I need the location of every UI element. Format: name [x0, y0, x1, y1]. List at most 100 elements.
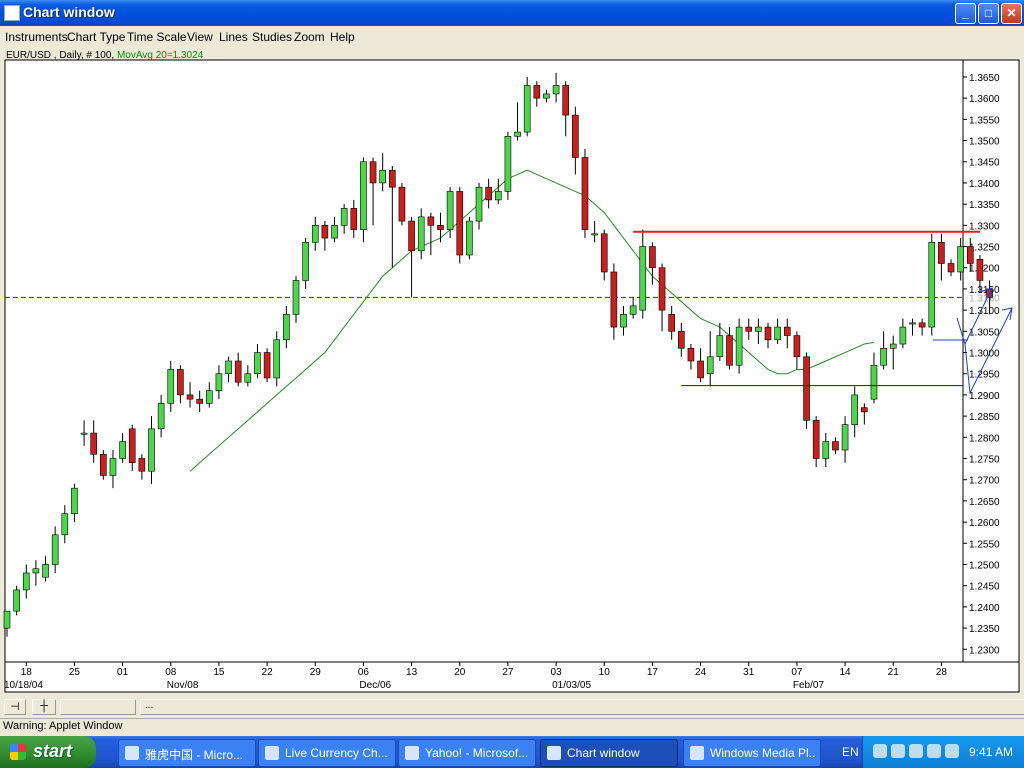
tray-volume-icon[interactable]	[909, 744, 923, 758]
menu-chart-type[interactable]: Chart Type	[67, 30, 125, 44]
candle-body	[148, 428, 155, 472]
x-tick-label: 21	[888, 667, 900, 678]
y-tick-label: 1.3450	[969, 158, 1000, 169]
tray-app-icon[interactable]	[927, 744, 941, 758]
candle-body	[417, 216, 425, 252]
close-button[interactable]: ✕	[1001, 3, 1022, 24]
menu-zoom[interactable]: Zoom	[294, 30, 325, 44]
y-tick-label: 1.3500	[969, 137, 1000, 148]
x-month-label: 01/03/05	[552, 680, 591, 691]
minimize-button[interactable]: _	[955, 3, 976, 24]
candle-body	[639, 246, 647, 311]
x-tick-label: 14	[840, 667, 852, 678]
pin-icon[interactable]: ⊣	[4, 699, 26, 715]
crosshair-icon[interactable]: ┼	[32, 699, 56, 715]
y-tick-label: 1.2350	[969, 624, 1000, 635]
applet-warning: Warning: Applet Window	[3, 720, 123, 732]
task-button-chart-window[interactable]: Chart window	[540, 739, 678, 767]
candle-body	[938, 241, 945, 264]
task-button-media-player[interactable]: Windows Media Pl...	[683, 739, 821, 767]
menu-bar: Instruments Chart Type Time Scale View L…	[0, 26, 1024, 48]
x-month-label: Nov/08	[167, 680, 199, 691]
candle-body	[273, 339, 281, 379]
candle-body	[90, 432, 97, 455]
x-tick-label: 31	[743, 667, 755, 678]
y-tick-label: 1.3100	[969, 306, 1000, 317]
chart-area[interactable]: 1.3650 1.3600 1.3550 1.3500 1.3450 1.3400 1.33…	[0, 48, 1024, 694]
chart-toolbar: ⊣ ┼ ...	[0, 697, 1024, 717]
candle-body	[620, 314, 627, 328]
candle-body	[735, 326, 743, 366]
start-button[interactable]: start	[0, 736, 96, 768]
candle-body	[880, 347, 887, 366]
x-tick-label: 25	[69, 667, 81, 678]
candle-body	[812, 420, 820, 459]
y-tick-label: 1.2650	[969, 497, 1000, 508]
x-tick-label: 28	[936, 667, 948, 678]
menu-view[interactable]: View	[187, 30, 213, 44]
menu-time-scale[interactable]: Time Scale	[127, 30, 187, 44]
tray-expand-icon[interactable]	[873, 744, 887, 758]
windows-logo-icon	[10, 744, 26, 760]
candle-body	[157, 403, 165, 430]
task-button-yahoo[interactable]: Yahoo! - Microsof...	[398, 739, 536, 767]
menu-help[interactable]: Help	[330, 30, 355, 44]
toolbar-field[interactable]	[60, 699, 136, 715]
y-tick-label: 1.3350	[969, 200, 1000, 211]
menu-lines[interactable]: Lines	[219, 30, 248, 44]
x-tick-label: 20	[454, 667, 466, 678]
candle-body	[726, 335, 733, 366]
y-tick-label: 1.2850	[969, 412, 1000, 423]
y-tick-label: 1.2900	[969, 391, 1000, 402]
menu-instruments[interactable]: Instruments	[5, 30, 68, 44]
x-tick-label: 27	[502, 667, 514, 678]
language-indicator[interactable]: EN	[842, 745, 859, 759]
candle-body	[32, 568, 40, 574]
candle-body	[918, 322, 926, 328]
candle-body	[215, 373, 223, 391]
candle-body	[629, 305, 637, 315]
candle-body	[466, 220, 473, 256]
candle-body	[244, 373, 252, 383]
candle-body	[899, 326, 907, 345]
app-icon	[4, 5, 20, 21]
menu-studies[interactable]: Studies	[252, 30, 292, 44]
candle-body	[350, 208, 358, 230]
candle-body	[572, 114, 579, 158]
candle-body	[822, 441, 830, 459]
candle-body	[177, 369, 184, 396]
candle-body	[138, 458, 146, 472]
x-tick-label: 29	[310, 667, 322, 678]
candle-body	[369, 161, 377, 184]
candle-body	[832, 441, 839, 451]
candle-body	[234, 360, 242, 383]
candle-body	[552, 85, 560, 95]
candle-body	[649, 246, 656, 269]
maximize-button[interactable]: □	[978, 3, 999, 24]
x-tick-label: 07	[791, 667, 803, 678]
y-tick-label: 1.3400	[969, 179, 1000, 190]
system-tray: 9:41 AM	[862, 736, 1024, 768]
candle-body	[947, 263, 955, 273]
candle-body	[263, 352, 271, 379]
candle-body	[687, 347, 695, 362]
x-tick-label: 08	[165, 667, 177, 678]
y-tick-label: 1.2600	[969, 518, 1000, 529]
candle-body	[379, 169, 386, 184]
y-tick-label: 1.3650	[969, 73, 1000, 84]
candle-body	[485, 186, 492, 201]
candle-body	[658, 267, 666, 311]
taskbar: start 雅虎中国 - Micro... Live Currency Ch..…	[0, 736, 1024, 768]
task-button-yahoo-china[interactable]: 雅虎中国 - Micro...	[118, 739, 256, 767]
candlestick-chart[interactable]: 1.3650 1.3600 1.3550 1.3500 1.3450 1.3400 1.33…	[0, 48, 1024, 694]
candle-body	[225, 360, 232, 375]
candle-body	[196, 398, 203, 404]
tray-network-icon[interactable]	[891, 744, 905, 758]
tray-security-icon[interactable]	[945, 744, 959, 758]
clock[interactable]: 9:41 AM	[969, 745, 1013, 759]
candle-body	[254, 352, 261, 375]
x-tick-label: 17	[647, 667, 659, 678]
candle-body	[514, 131, 521, 137]
chart-header: EUR/USD , Daily, # 100, MovAvg 20=1.3024	[6, 50, 203, 61]
task-button-live-currency[interactable]: Live Currency Ch...	[258, 739, 396, 767]
